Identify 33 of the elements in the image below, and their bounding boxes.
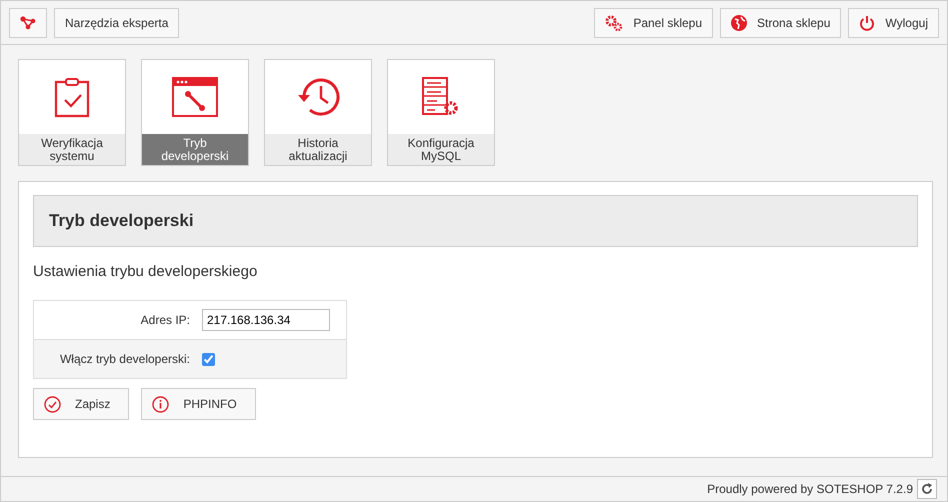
topbar-button[interactable]: Wyloguj (848, 8, 939, 38)
browser-wrench-icon (172, 77, 218, 117)
section-title: Ustawienia trybu developerskiego (33, 263, 258, 280)
refresh-button[interactable] (917, 479, 937, 499)
tile-label: Historia aktualizacji (265, 134, 371, 165)
field-label: Adres IP: (140, 313, 191, 327)
panel-heading: Tryb developerski (33, 195, 918, 247)
topbar-button[interactable]: Strona sklepu (720, 8, 842, 38)
home-button[interactable] (9, 8, 47, 38)
field-label: Włącz tryb developerski: (58, 352, 191, 366)
tool-tile[interactable]: Historia aktualizacji (264, 59, 372, 166)
footer-text: Proudly powered by SOTESHOP 7.2.9 (707, 482, 913, 496)
expert-tools-button[interactable]: Narzędzia eksperta (54, 8, 180, 38)
tool-tile[interactable]: Konfiguracja MySQL (387, 59, 495, 166)
share-nodes-icon (20, 16, 36, 30)
tile-label: Konfiguracja MySQL (388, 134, 494, 165)
clipboard-check-icon (54, 76, 90, 118)
tile-label: Tryb developerski (142, 134, 248, 165)
action-button[interactable]: Zapisz (33, 388, 130, 420)
tool-tile[interactable]: Tryb developerski (141, 59, 249, 166)
info-icon (152, 396, 170, 412)
topbar-button[interactable]: Panel sklepu (594, 8, 714, 38)
action-button[interactable]: PHPINFO (141, 388, 256, 420)
refresh-icon (921, 483, 933, 495)
gears-icon (605, 14, 624, 30)
globe-icon (731, 14, 748, 30)
power-icon (859, 14, 876, 30)
tile-label: Weryfikacja systemu (19, 134, 125, 165)
dev-mode-checkbox[interactable] (202, 352, 215, 366)
tool-tile[interactable]: Weryfikacja systemu (18, 59, 126, 166)
check-circle-icon (44, 396, 61, 412)
history-clock-icon (296, 77, 340, 117)
ip-input-field[interactable]: 217.168.136.34 (202, 309, 330, 331)
